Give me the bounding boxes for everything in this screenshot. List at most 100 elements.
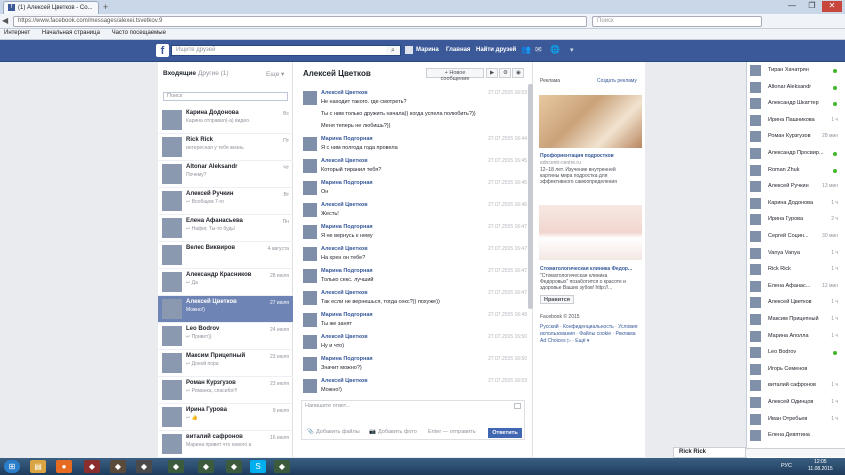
chat-friend[interactable]: Александр Просвир... [750, 148, 840, 160]
game-icon[interactable]: ◆ [274, 460, 290, 473]
friend-requests-icon[interactable]: 👥 [521, 45, 531, 54]
message-sender[interactable]: Марина Подгорная [321, 312, 373, 318]
enter-to-send-checkbox[interactable]: Enter — отправить [428, 429, 476, 435]
game-icon[interactable]: ◆ [110, 460, 126, 473]
skype-icon[interactable]: S [250, 460, 266, 473]
attach-file-icon[interactable]: 📎 [307, 429, 314, 435]
message-sender[interactable]: Алексей Цветков [321, 290, 368, 296]
ad1-image[interactable] [539, 95, 642, 148]
chat-friend[interactable]: Сергей Социн... 30 мин [750, 231, 840, 243]
bookmark-home-page[interactable]: Начальная страница [42, 30, 100, 36]
browser-tab[interactable]: f (1) Алексей Цветков - Со... [3, 1, 99, 14]
firefox-icon[interactable]: ● [56, 460, 72, 473]
chat-friend[interactable]: Rick Rick 1 ч [750, 264, 840, 276]
conversation-item[interactable]: Александр Красников ↩ Да 28 июля [158, 269, 293, 296]
avatar[interactable] [303, 313, 317, 327]
footer-links[interactable]: использования · Файлы cookie · Реклама [540, 331, 640, 337]
system-clock[interactable]: 12:05 11.08.2015 [808, 459, 833, 473]
chat-friend[interactable]: Ирина Пашникова 1 ч [750, 114, 840, 127]
bookmark-internet[interactable]: Интернет [4, 30, 30, 36]
message-sender[interactable]: Марина Подгорная [321, 268, 373, 274]
close-window-icon[interactable]: ✕ [822, 1, 842, 12]
back-arrow-icon[interactable]: ◀ [2, 16, 8, 25]
chat-friend[interactable]: Vanya Vanya 1 ч [750, 247, 840, 260]
message-sender[interactable]: Марина Подгорная [321, 224, 373, 230]
nav-profile-marina[interactable]: Марина [416, 47, 439, 53]
inbox-search-input[interactable]: Поиск [163, 92, 288, 101]
conversation-item[interactable]: виталий сафронов Марина привет что нового… [158, 431, 293, 458]
minimize-icon[interactable]: — [782, 1, 802, 12]
game-icon[interactable]: ◆ [168, 460, 184, 473]
ad2-image[interactable] [539, 205, 642, 260]
game-icon[interactable]: ◆ [198, 460, 214, 473]
avatar[interactable] [303, 203, 317, 217]
chat-friend[interactable]: Алексей Цветков 1 ч [750, 297, 840, 309]
chat-friend[interactable]: Александр Шкаттер [750, 98, 840, 110]
language-indicator[interactable]: РУС [781, 463, 792, 469]
nav-find-friends[interactable]: Найти друзей [476, 47, 516, 53]
actions-icon[interactable]: ◉ [512, 68, 524, 78]
message-sender[interactable]: Алексей Цветков [321, 246, 368, 252]
chat-tab-rick-rick[interactable]: Rick Rick [673, 447, 746, 458]
conversation-item[interactable]: Алексей Ручкин ↩ Вообщем 7-го Вт [158, 188, 293, 215]
chat-friend[interactable]: Елена Девятина [750, 430, 840, 442]
conversation-item[interactable]: Ирина Гурова ↩ 👍 9 июля [158, 404, 293, 431]
reply-input[interactable]: Напишите ответ... [305, 403, 350, 409]
notifications-icon[interactable]: 🌐 [550, 45, 560, 54]
ad1-title[interactable]: Профориентация подростков [540, 153, 640, 159]
chat-friend[interactable]: Игорь Семенов [750, 363, 840, 376]
chat-friend[interactable]: Тиран Хачатрян [750, 65, 840, 77]
chat-friend[interactable]: Алексей Ручкин 13 мин [750, 181, 840, 193]
avatar[interactable] [303, 357, 317, 371]
add-files-button[interactable]: Добавить файлы [316, 429, 360, 435]
chat-friend[interactable]: Leo Bodrov [750, 347, 840, 359]
emoji-icon[interactable] [514, 403, 521, 409]
send-button[interactable]: Ответить [488, 428, 522, 438]
conversation-item[interactable]: Елена Афанасьева ↩ Нафиг, Ты-то будь! Пн [158, 215, 293, 242]
game-icon[interactable]: ◆ [136, 460, 152, 473]
chat-friend[interactable]: виталий сафронов 1 ч [750, 380, 840, 392]
facebook-search-input[interactable]: Ищите друзей ⌕ [171, 45, 401, 56]
gear-icon[interactable]: ⚙ [499, 68, 511, 78]
like-button[interactable]: Нравится [540, 295, 574, 304]
ad1-domain[interactable]: edncentr-centre.ru [540, 160, 640, 166]
chat-friend[interactable]: Карина Додонова 1 ч [750, 197, 840, 210]
settings-dropdown-icon[interactable]: ▾ [570, 46, 574, 54]
conversation-item[interactable]: Leo Bodrov ↩ Привет)) 24 июля [158, 323, 293, 350]
start-button-icon[interactable]: ⊞ [4, 460, 20, 473]
message-sender[interactable]: Алексей Цветков [321, 90, 368, 96]
message-sender[interactable]: Алексей Цветков [321, 334, 368, 340]
avatar[interactable] [303, 91, 317, 105]
nav-home[interactable]: Главная [446, 47, 470, 53]
tab-inbox[interactable]: Входящие [163, 70, 196, 77]
explorer-icon[interactable]: ▤ [30, 460, 46, 473]
chat-search-bar[interactable] [746, 448, 845, 457]
avatar[interactable] [303, 379, 317, 393]
chat-friend[interactable]: Роман Курзгузов 28 мин [750, 131, 840, 143]
facebook-logo[interactable]: f [156, 44, 169, 57]
chat-friend[interactable]: Иван Отребьев 1 ч [750, 413, 840, 426]
profile-avatar[interactable] [405, 46, 413, 54]
address-bar[interactable]: https://www.facebook.com/messages/alexei… [13, 16, 587, 27]
avatar[interactable] [303, 269, 317, 283]
avatar[interactable] [303, 291, 317, 305]
avatar[interactable] [303, 335, 317, 349]
conversation-item[interactable]: Велес Виквиров 4 августа [158, 242, 293, 269]
browser-search-field[interactable]: Поиск [592, 16, 762, 27]
avatar[interactable] [303, 137, 317, 151]
footer-links[interactable]: Ad Choices ▷ · Ещё ▾ [540, 338, 640, 344]
conversation-item[interactable]: Максим Прицепный ↩ Доной пора 23 июля [158, 350, 293, 377]
new-tab-button[interactable]: + [103, 2, 108, 12]
messages-icon[interactable]: ✉ [535, 45, 542, 54]
chat-friend[interactable]: Алексей Одинцов 1 ч [750, 397, 840, 409]
message-sender[interactable]: Алексей Цветков [321, 378, 368, 384]
new-message-button[interactable]: + Новое сообщение [426, 68, 484, 82]
search-icon[interactable]: ⌕ [386, 46, 400, 55]
conversation-item[interactable]: Роман Курзгузов ↩ Романка, спасибо!!! 23 и… [158, 377, 293, 404]
message-sender[interactable]: Марина Подгорная [321, 356, 373, 362]
avatar[interactable] [303, 225, 317, 239]
tab-other[interactable]: Другие (1) [198, 70, 229, 77]
conversation-item[interactable]: Altonar Aleksandr Почему? Чт [158, 161, 293, 188]
ad2-title[interactable]: Стоматологическая клиника Федор... [540, 266, 640, 272]
video-call-icon[interactable]: ▶ [486, 68, 498, 78]
